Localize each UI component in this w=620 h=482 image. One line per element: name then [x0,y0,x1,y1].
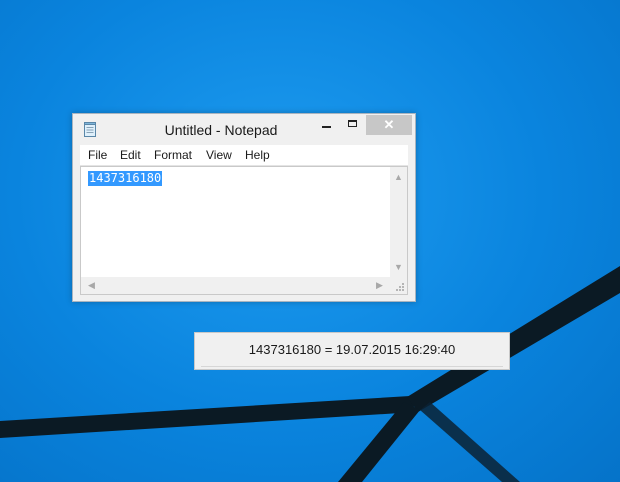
maximize-button[interactable] [341,115,365,135]
title-bar[interactable]: Untitled - Notepad ✕ [73,114,415,144]
tooltip-divider [201,366,503,367]
edit-area[interactable]: 1437316180 [81,167,390,277]
selected-text[interactable]: 1437316180 [88,171,163,186]
close-icon: ✕ [383,117,395,132]
text-editor[interactable]: 1437316180 ▲ ▼ ◀ ▶ [80,166,408,295]
scroll-right-icon[interactable]: ▶ [371,277,388,294]
menu-view[interactable]: View [206,145,232,165]
menu-bar: File Edit Format View Help [80,145,408,166]
menu-edit[interactable]: Edit [120,145,141,165]
scroll-down-icon[interactable]: ▼ [390,259,407,276]
horizontal-scrollbar[interactable]: ◀ ▶ [81,277,390,294]
scroll-left-icon[interactable]: ◀ [83,277,100,294]
minimize-button[interactable] [315,115,339,135]
tooltip-text: 1437316180 = 19.07.2015 16:29:40 [248,342,456,357]
vertical-scrollbar[interactable]: ▲ ▼ [390,167,407,277]
scroll-up-icon[interactable]: ▲ [390,169,407,186]
notepad-window: Untitled - Notepad ✕ File Edit Format Vi… [72,113,416,302]
close-button[interactable]: ✕ [366,115,412,135]
menu-help[interactable]: Help [245,145,270,165]
menu-file[interactable]: File [88,145,107,165]
menu-format[interactable]: Format [154,145,192,165]
minimize-icon [322,126,331,128]
maximize-icon [348,120,357,127]
timestamp-tooltip: 1437316180 = 19.07.2015 16:29:40 [194,332,510,370]
resize-grip-icon[interactable] [390,277,407,294]
